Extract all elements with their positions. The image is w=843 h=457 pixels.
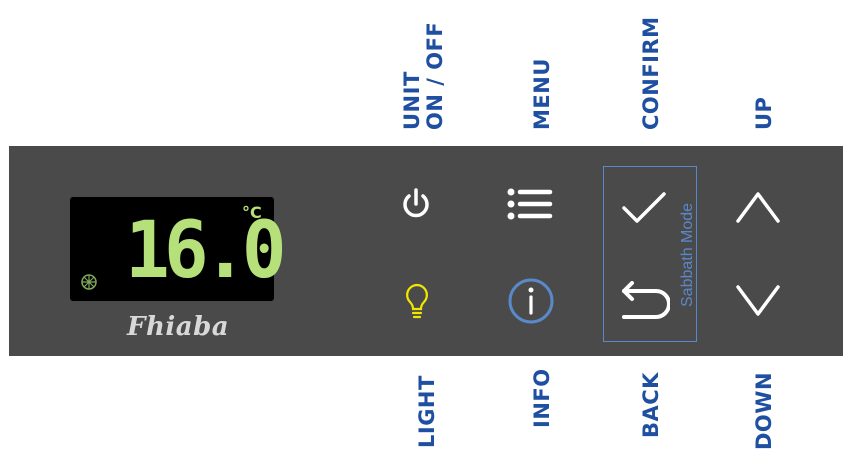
label-menu: MENU: [530, 58, 554, 130]
lcd-display: 16.0 °C: [70, 197, 286, 301]
back-arrow-icon[interactable]: [618, 281, 670, 321]
label-unit-on-off: UNIT ON / OFF: [400, 21, 447, 130]
label-up: UP: [752, 96, 776, 130]
sabbath-mode-label: Sabbath Mode: [679, 202, 696, 308]
info-icon[interactable]: [507, 277, 555, 325]
control-panel: 16.0 °C Fhiaba Sabbath Mode: [9, 146, 843, 356]
temperature-unit: °C: [242, 203, 262, 222]
temperature-readout: 16.0: [125, 206, 286, 296]
brand-logo: Fhiaba: [127, 312, 230, 342]
lightbulb-icon[interactable]: [404, 283, 430, 321]
label-confirm: CONFIRM: [639, 16, 663, 130]
chevron-down-icon[interactable]: [735, 284, 781, 318]
label-back: BACK: [639, 372, 663, 438]
power-icon[interactable]: [398, 186, 434, 222]
chevron-up-icon[interactable]: [735, 190, 781, 224]
label-light: LIGHT: [415, 375, 439, 448]
fan-icon: [81, 274, 97, 290]
menu-list-icon[interactable]: [506, 187, 554, 221]
label-info: INFO: [530, 368, 554, 428]
check-icon[interactable]: [621, 190, 667, 226]
label-down: DOWN: [752, 371, 776, 450]
